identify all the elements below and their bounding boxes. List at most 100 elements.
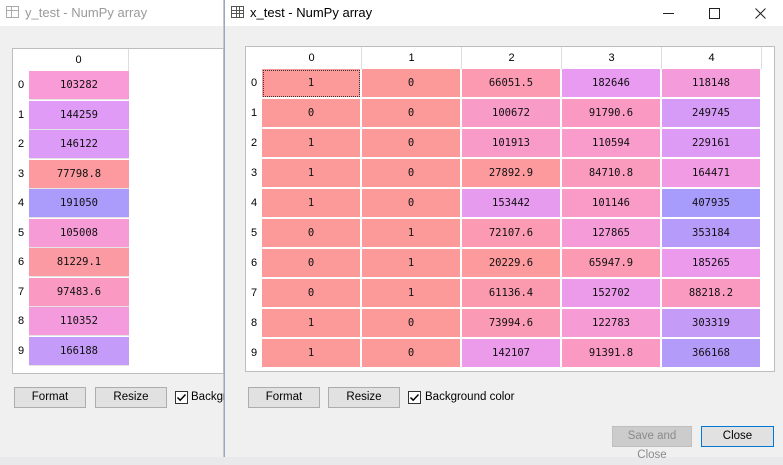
minimize-button[interactable] <box>645 0 691 26</box>
table-cell[interactable]: 100672 <box>462 99 561 128</box>
close-window-button[interactable] <box>737 0 783 26</box>
row-header[interactable]: 1 <box>246 99 262 128</box>
table-cell[interactable]: 182646 <box>562 69 661 98</box>
table-cell[interactable]: 81229.1 <box>29 248 129 277</box>
table-cell[interactable]: 122783 <box>562 309 661 338</box>
row-header[interactable]: 7 <box>246 279 262 308</box>
table-cell[interactable]: 0 <box>362 189 461 218</box>
background-color-checkbox[interactable] <box>408 391 421 404</box>
table-cell[interactable]: 105008 <box>29 218 129 248</box>
table-cell[interactable]: 72107.6 <box>462 219 561 248</box>
table-cell[interactable]: 110352 <box>29 307 129 336</box>
row-header[interactable]: 9 <box>13 337 29 366</box>
maximize-button[interactable] <box>691 0 737 26</box>
row-header[interactable]: 9 <box>246 339 262 368</box>
table-cell[interactable]: 127865 <box>562 219 661 248</box>
row-header[interactable]: 7 <box>13 278 29 307</box>
table-cell[interactable]: 1 <box>262 309 361 338</box>
table-cell[interactable]: 101913 <box>462 129 561 158</box>
table-cell[interactable]: 61136.4 <box>462 279 561 308</box>
column-header[interactable]: 2 <box>462 47 562 69</box>
row-header[interactable]: 5 <box>246 219 262 248</box>
table-cell[interactable]: 1 <box>262 159 361 188</box>
column-header[interactable]: 1 <box>362 47 462 69</box>
format-button[interactable]: Format <box>14 387 86 408</box>
resize-button[interactable]: Resize <box>95 387 167 408</box>
table-cell[interactable]: 97483.6 <box>29 277 129 307</box>
row-header[interactable]: 4 <box>246 189 262 218</box>
y-test-titlebar[interactable]: y_test - NumPy array <box>0 0 223 26</box>
table-cell[interactable]: 0 <box>362 69 461 98</box>
table-cell[interactable]: 0 <box>262 219 361 248</box>
table-cell[interactable]: 164471 <box>662 159 761 188</box>
table-cell[interactable]: 1 <box>362 249 461 278</box>
x-test-titlebar[interactable]: x_test - NumPy array <box>225 0 783 26</box>
row-header[interactable]: 8 <box>246 309 262 338</box>
y-test-table[interactable]: 0 0 103282 1 144259 2 146122 3 77798.8 4 191050 5 1… <box>12 48 224 374</box>
table-cell[interactable]: 1 <box>262 129 361 158</box>
table-cell[interactable]: 0 <box>362 129 461 158</box>
table-cell[interactable]: 91790.6 <box>562 99 661 128</box>
row-header[interactable]: 8 <box>13 307 29 336</box>
table-cell[interactable]: 0 <box>362 309 461 338</box>
table-cell[interactable]: 353184 <box>662 219 761 248</box>
table-cell[interactable]: 229161 <box>662 129 761 158</box>
table-cell[interactable]: 1 <box>362 279 461 308</box>
table-cell[interactable]: 144259 <box>29 100 129 130</box>
background-checkbox[interactable] <box>175 391 188 404</box>
table-cell[interactable]: 1 <box>262 339 361 368</box>
row-header[interactable]: 2 <box>13 130 29 159</box>
column-header[interactable]: 0 <box>262 47 362 69</box>
table-cell[interactable]: 84710.8 <box>562 159 661 188</box>
format-button[interactable]: Format <box>248 387 320 408</box>
table-cell[interactable]: 185265 <box>662 249 761 278</box>
row-header[interactable]: 3 <box>13 160 29 189</box>
table-cell[interactable]: 0 <box>362 339 461 368</box>
table-cell[interactable]: 303319 <box>662 309 761 338</box>
close-button[interactable]: Close <box>701 426 774 447</box>
table-cell[interactable]: 0 <box>262 249 361 278</box>
table-cell[interactable]: 27892.9 <box>462 159 561 188</box>
x-test-table[interactable]: 0 1 2 3 4 0 1 2 3 4 5 6 7 8 9 1 0 66051.5 182646 118148 0 0 10… <box>245 46 775 372</box>
table-cell[interactable]: 407935 <box>662 189 761 218</box>
table-cell[interactable]: 66051.5 <box>462 69 561 98</box>
table-cell[interactable]: 118148 <box>662 69 761 98</box>
column-header[interactable]: 3 <box>562 47 662 69</box>
table-cell[interactable]: 20229.6 <box>462 249 561 278</box>
table-cell[interactable]: 77798.8 <box>29 159 129 189</box>
row-header[interactable]: 6 <box>13 248 29 277</box>
row-header[interactable]: 6 <box>246 249 262 278</box>
row-header[interactable]: 2 <box>246 129 262 158</box>
row-header[interactable]: 0 <box>13 71 29 100</box>
table-cell[interactable]: 65947.9 <box>562 249 661 278</box>
column-header[interactable]: 0 <box>29 49 129 71</box>
table-cell[interactable]: 153442 <box>462 189 561 218</box>
table-cell[interactable]: 1 <box>262 189 361 218</box>
table-cell[interactable]: 249745 <box>662 99 761 128</box>
row-header[interactable]: 0 <box>246 69 262 98</box>
table-cell[interactable]: 1 <box>262 69 361 98</box>
table-cell[interactable]: 103282 <box>29 71 129 100</box>
table-cell[interactable]: 0 <box>262 279 361 308</box>
table-cell[interactable]: 191050 <box>29 189 129 218</box>
save-and-close-button[interactable]: Save and Close <box>612 426 692 461</box>
table-cell[interactable]: 152702 <box>562 279 661 308</box>
table-cell[interactable]: 366168 <box>662 339 761 368</box>
table-cell[interactable]: 101146 <box>562 189 661 218</box>
row-header[interactable]: 1 <box>13 101 29 130</box>
table-cell[interactable]: 0 <box>362 159 461 188</box>
table-cell[interactable]: 146122 <box>29 130 129 159</box>
table-cell[interactable]: 166188 <box>29 336 129 366</box>
table-cell[interactable]: 73994.6 <box>462 309 561 338</box>
table-cell[interactable]: 0 <box>362 99 461 128</box>
row-header[interactable]: 4 <box>13 189 29 218</box>
table-cell[interactable]: 0 <box>262 99 361 128</box>
resize-button[interactable]: Resize <box>328 387 400 408</box>
table-cell[interactable]: 142107 <box>462 339 561 368</box>
column-header[interactable]: 4 <box>662 47 762 69</box>
table-cell[interactable]: 110594 <box>562 129 661 158</box>
table-cell[interactable]: 91391.8 <box>562 339 661 368</box>
row-header[interactable]: 3 <box>246 159 262 188</box>
table-cell[interactable]: 1 <box>362 219 461 248</box>
row-header[interactable]: 5 <box>13 219 29 248</box>
